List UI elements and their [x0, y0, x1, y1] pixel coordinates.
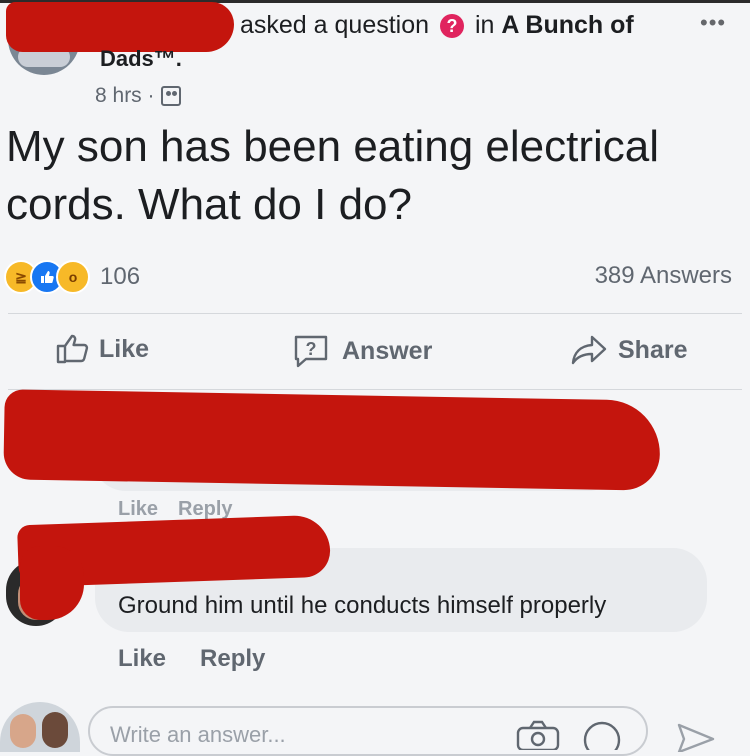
hidden-comment-like[interactable]: Like — [118, 498, 158, 521]
redacted-author-name — [6, 2, 234, 52]
current-user-avatar — [0, 702, 80, 752]
emoji-icon[interactable] — [582, 720, 622, 750]
divider-bottom — [8, 389, 742, 390]
camera-icon[interactable] — [516, 720, 560, 750]
reaction-count[interactable]: 106 — [100, 263, 140, 291]
post-meta: 8 hrs · — [95, 84, 181, 108]
answers-count[interactable]: 389 Answers — [595, 262, 732, 290]
more-options-icon[interactable]: ••• — [700, 10, 726, 36]
thumbs-up-icon — [56, 334, 89, 364]
comment-actions: Like Reply — [118, 645, 265, 673]
redacted-avatar-mark — [20, 546, 84, 620]
post-text: My son has been eating electrical cords.… — [6, 122, 660, 229]
reactions-summary[interactable]: ≧ o 106 — [4, 260, 140, 294]
share-label: Share — [618, 335, 688, 364]
group-privacy-icon — [160, 86, 181, 106]
post-header: asked a question ? in A Bunch of — [240, 11, 634, 40]
share-arrow-icon — [571, 335, 607, 365]
comment-text: Ground him until he conducts himself pro… — [118, 592, 607, 619]
write-answer-input[interactable]: Write an answer... — [88, 706, 648, 756]
redacted-comment — [3, 389, 661, 491]
svg-text:?: ? — [306, 339, 317, 359]
comment-like-button[interactable]: Like — [118, 645, 166, 673]
send-icon[interactable] — [676, 722, 716, 752]
asked-question-text: asked a question — [240, 11, 430, 39]
share-button[interactable]: Share — [570, 333, 687, 367]
post-action-bar: Like ? Answer Share — [0, 333, 750, 373]
wow-reaction-icon: o — [56, 260, 90, 294]
question-icon: ? — [439, 14, 464, 39]
like-button[interactable]: Like — [55, 333, 149, 365]
divider-top — [8, 313, 742, 314]
like-label: Like — [99, 334, 150, 363]
question-bubble-icon: ? — [294, 335, 328, 368]
answer-button[interactable]: ? Answer — [292, 333, 432, 369]
group-name-continued[interactable]: Dads™. — [100, 48, 182, 70]
in-text: in — [474, 11, 495, 39]
answer-label: Answer — [342, 336, 433, 365]
post-time[interactable]: 8 hrs · — [95, 84, 155, 108]
group-name-link[interactable]: A Bunch of — [501, 11, 633, 39]
comment-reply-button[interactable]: Reply — [200, 645, 265, 673]
